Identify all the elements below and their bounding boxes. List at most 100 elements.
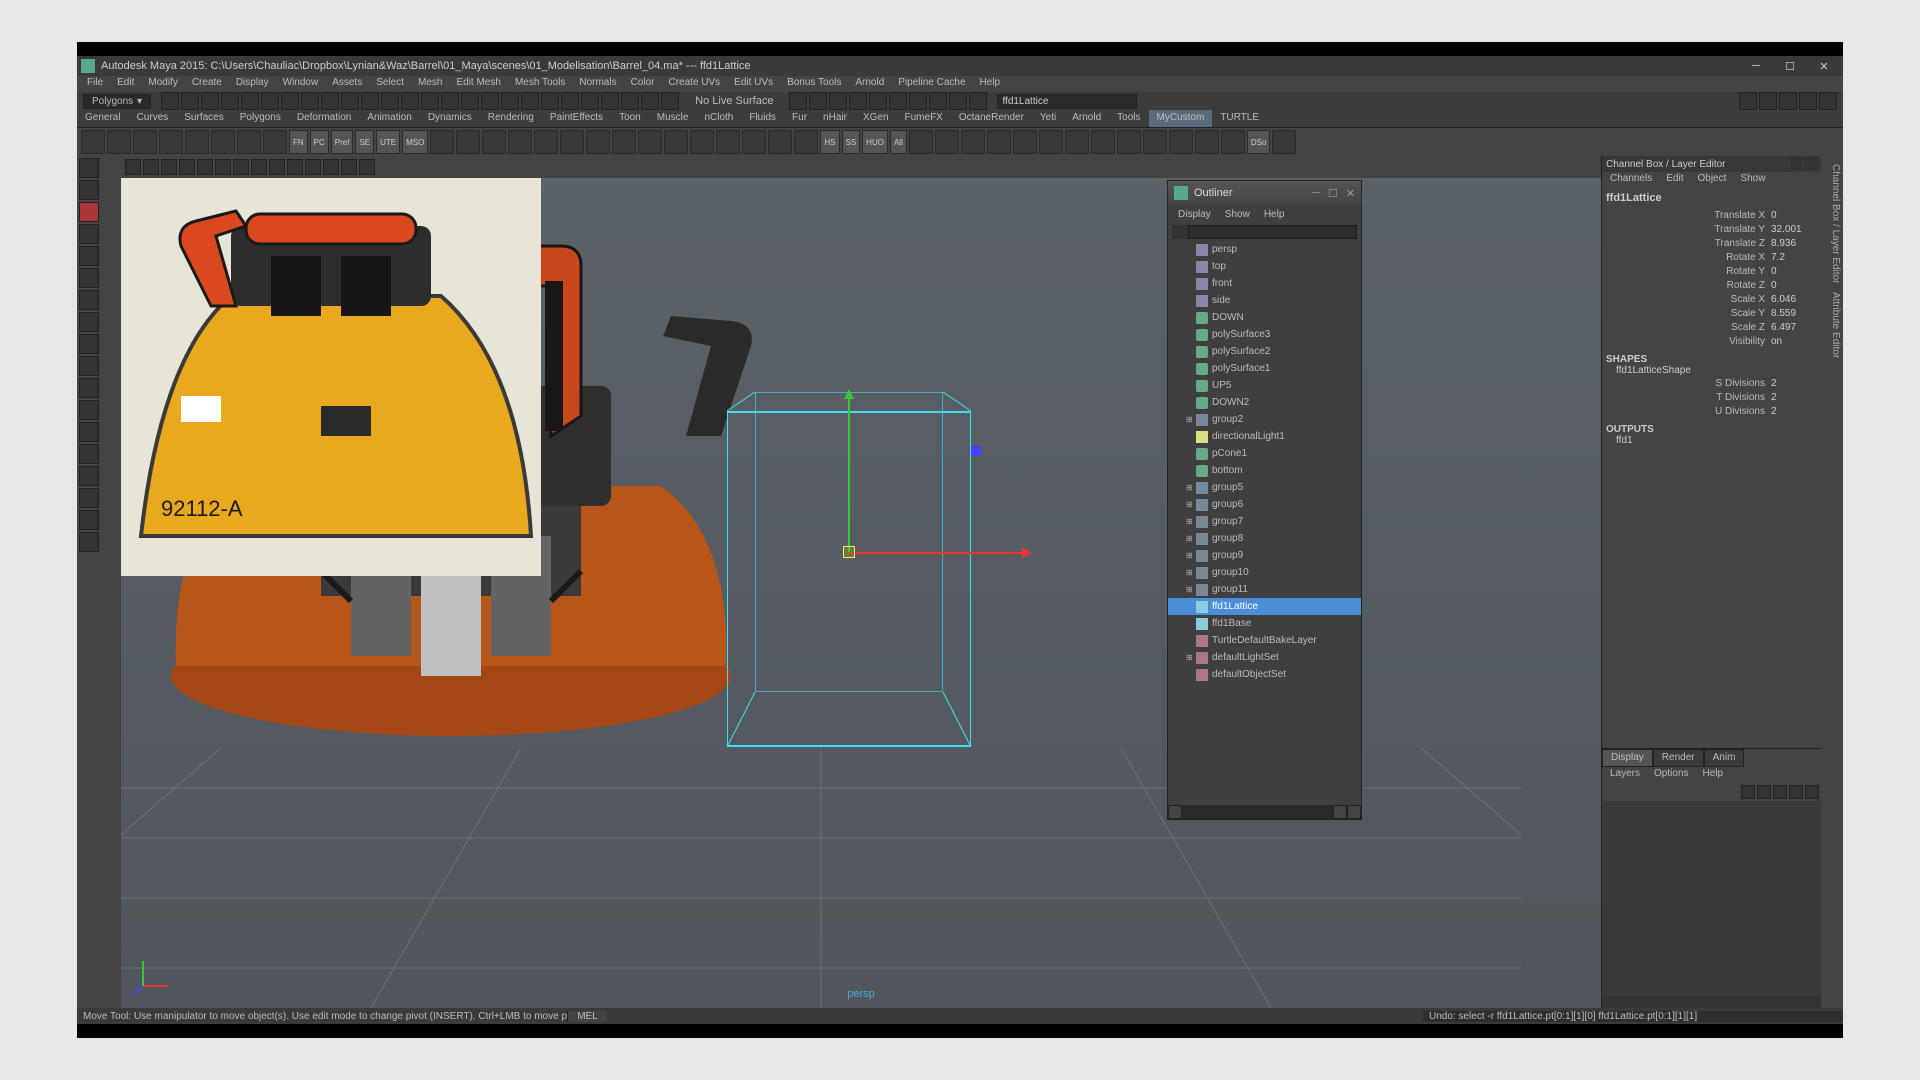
status-icon-b-4[interactable] (869, 92, 887, 110)
attr-scale-y[interactable]: Scale Y8.559 (1606, 306, 1817, 320)
shelf-button-25[interactable] (909, 130, 933, 154)
dock-tab-channel-box-layer-editor[interactable]: Channel Box / Layer Editor (1823, 164, 1841, 284)
attr-value[interactable]: 6.046 (1771, 294, 1813, 305)
quick-select-input[interactable] (997, 94, 1137, 109)
status-icon-14[interactable] (441, 92, 459, 110)
cb-tab-channels[interactable]: Channels (1604, 172, 1658, 188)
shelf-button-26[interactable] (935, 130, 959, 154)
attr-value[interactable]: 0 (1771, 210, 1813, 221)
tool-button-11[interactable] (79, 400, 99, 420)
shelf-button-FN[interactable]: FN (289, 130, 308, 154)
outliner-item-group11[interactable]: ⊞group11 (1168, 581, 1361, 598)
script-lang-label[interactable]: MEL (567, 1011, 607, 1022)
status-icon-21[interactable] (581, 92, 599, 110)
output-name[interactable]: ffd1 (1606, 435, 1817, 446)
shelf-button-19[interactable] (768, 130, 792, 154)
layer-icon-3[interactable] (1789, 785, 1803, 799)
expand-icon[interactable]: ⊞ (1186, 517, 1196, 526)
outliner-item-side[interactable]: side (1168, 292, 1361, 309)
status-icon-r-2[interactable] (1779, 92, 1797, 110)
shelf-button-35[interactable] (1169, 130, 1193, 154)
shelf-button-All[interactable]: All (890, 130, 907, 154)
view-tool-7[interactable] (251, 159, 267, 175)
shelf-tab-surfaces[interactable]: Surfaces (176, 110, 231, 127)
shelf-button-HS[interactable]: HS (820, 130, 839, 154)
status-icon-3[interactable] (221, 92, 239, 110)
tool-button-5[interactable] (79, 268, 99, 288)
view-tool-12[interactable] (341, 159, 357, 175)
status-icon-19[interactable] (541, 92, 559, 110)
status-icon-12[interactable] (401, 92, 419, 110)
shelf-button-32[interactable] (1091, 130, 1115, 154)
attr-value[interactable]: 0 (1771, 280, 1813, 291)
menu-pipeline-cache[interactable]: Pipeline Cache (892, 76, 971, 92)
shelf-tab-mycustom[interactable]: MyCustom (1149, 110, 1213, 127)
tool-button-16[interactable] (79, 510, 99, 530)
shelf-tab-turtle[interactable]: TURTLE (1212, 110, 1267, 127)
attr-rotate-y[interactable]: Rotate Y0 (1606, 264, 1817, 278)
tool-button-14[interactable] (79, 466, 99, 486)
menu-modify[interactable]: Modify (142, 76, 183, 92)
status-icon-r-3[interactable] (1799, 92, 1817, 110)
shelf-leading-icon-7[interactable] (263, 130, 287, 154)
outliner-item-UP5[interactable]: UP5 (1168, 377, 1361, 394)
attr-scale-x[interactable]: Scale X6.046 (1606, 292, 1817, 306)
status-icon-2[interactable] (201, 92, 219, 110)
outliner-item-directionalLight1[interactable]: directionalLight1 (1168, 428, 1361, 445)
status-icon-0[interactable] (161, 92, 179, 110)
outliner-item-ffd1Base[interactable]: ffd1Base (1168, 615, 1361, 632)
attr-rotate-x[interactable]: Rotate X7.2 (1606, 250, 1817, 264)
attr-translate-y[interactable]: Translate Y32.001 (1606, 222, 1817, 236)
expand-icon[interactable]: ⊞ (1186, 483, 1196, 492)
status-icon-b-7[interactable] (929, 92, 947, 110)
channel-box-pin-icon[interactable] (1790, 157, 1802, 169)
shelf-button-29[interactable] (1013, 130, 1037, 154)
status-icon-16[interactable] (481, 92, 499, 110)
shelf-button-28[interactable] (987, 130, 1011, 154)
outliner-item-ffd1Lattice[interactable]: ffd1Lattice (1168, 598, 1361, 615)
shelf-button-33[interactable] (1117, 130, 1141, 154)
menu-file[interactable]: File (81, 76, 109, 92)
outliner-item-polySurface3[interactable]: polySurface3 (1168, 326, 1361, 343)
status-icon-13[interactable] (421, 92, 439, 110)
attr-translate-z[interactable]: Translate Z8.936 (1606, 236, 1817, 250)
shelf-button-UTE[interactable]: UTE (376, 130, 400, 154)
attr-value[interactable]: 8.559 (1771, 308, 1813, 319)
attr-visibility[interactable]: Visibilityon (1606, 334, 1817, 348)
shelf-button-DSo[interactable]: DSo (1247, 130, 1271, 154)
menu-color[interactable]: Color (625, 76, 661, 92)
attr-value[interactable]: 6.497 (1771, 322, 1813, 333)
shelf-button-13[interactable] (612, 130, 636, 154)
menu-help[interactable]: Help (974, 76, 1007, 92)
shelf-leading-icon-1[interactable] (107, 130, 131, 154)
layer-icon-2[interactable] (1773, 785, 1787, 799)
outliner-item-front[interactable]: front (1168, 275, 1361, 292)
tool-button-4[interactable] (79, 246, 99, 266)
layer-menu-options[interactable]: Options (1648, 767, 1694, 783)
status-icon-4[interactable] (241, 92, 259, 110)
view-tool-10[interactable] (305, 159, 321, 175)
status-icon-r-0[interactable] (1739, 92, 1757, 110)
attr-rotate-z[interactable]: Rotate Z0 (1606, 278, 1817, 292)
status-icon-25[interactable] (661, 92, 679, 110)
tool-button-10[interactable] (79, 378, 99, 398)
outliner-close-button[interactable]: ✕ (1346, 187, 1355, 200)
expand-icon[interactable]: ⊞ (1186, 551, 1196, 560)
shelf-button-15[interactable] (664, 130, 688, 154)
menu-edit-uvs[interactable]: Edit UVs (728, 76, 779, 92)
cb-tab-show[interactable]: Show (1734, 172, 1771, 188)
attr-translate-x[interactable]: Translate X0 (1606, 208, 1817, 222)
tool-button-2[interactable] (79, 202, 99, 222)
tool-button-0[interactable] (79, 158, 99, 178)
expand-icon[interactable]: ⊞ (1186, 653, 1196, 662)
layer-menu-layers[interactable]: Layers (1604, 767, 1646, 783)
layer-tab-display[interactable]: Display (1602, 749, 1653, 767)
menu-create[interactable]: Create (186, 76, 228, 92)
shelf-button-20[interactable] (794, 130, 818, 154)
shelf-button-27[interactable] (961, 130, 985, 154)
expand-icon[interactable]: ⊞ (1186, 415, 1196, 424)
shelf-tab-fur[interactable]: Fur (784, 110, 815, 127)
dock-tab-attribute-editor[interactable]: Attribute Editor (1823, 292, 1841, 358)
shelf-button-14[interactable] (638, 130, 662, 154)
tool-button-13[interactable] (79, 444, 99, 464)
